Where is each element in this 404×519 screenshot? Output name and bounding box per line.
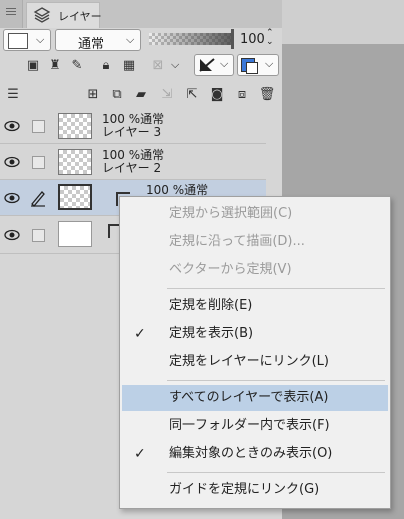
menu-item-selection-from-ruler[interactable]: 定規から選択範囲(C) xyxy=(122,201,388,227)
color-selector-dropdown[interactable]: ⌵ xyxy=(3,29,51,51)
layer-name: レイヤー 3 xyxy=(102,125,162,139)
new-vector-layer-icon[interactable]: ⧉ xyxy=(108,85,126,103)
set-draft-layer-icon[interactable]: ✎ xyxy=(68,56,86,74)
context-menu: 定規から選択範囲(C) 定規に沿って描画(D)... ベクターから定規(V) 定… xyxy=(119,196,391,509)
layers-icon xyxy=(33,6,51,24)
opacity-value[interactable]: 100 xyxy=(240,32,265,47)
lock-layer-icon[interactable]: 🔒︎ xyxy=(97,56,115,74)
blend-mode-value: 通常 xyxy=(78,37,105,52)
combine-to-layer-below-icon[interactable]: ⇱ xyxy=(183,85,201,103)
layer-thumbnail[interactable] xyxy=(58,149,92,175)
eye-icon[interactable] xyxy=(4,154,20,170)
trash-icon[interactable]: 🗑︎ xyxy=(258,85,276,103)
checkmark-icon: ✓ xyxy=(134,446,146,462)
menu-item-ruler-from-vector[interactable]: ベクターから定規(V) xyxy=(122,257,388,283)
create-layer-mask-icon[interactable]: ◙ xyxy=(208,85,226,103)
layer-thumbnail[interactable] xyxy=(58,221,92,247)
checkmark-icon: ✓ xyxy=(134,326,146,342)
layer-thumbnail[interactable] xyxy=(58,113,92,139)
menu-separator xyxy=(167,288,385,289)
panel-list-icon[interactable]: ☰ xyxy=(4,85,22,103)
opacity-slider-handle[interactable] xyxy=(231,29,234,49)
transfer-to-lower-layer-icon[interactable]: ⇲ xyxy=(158,85,176,103)
layer-checkbox[interactable] xyxy=(32,229,45,242)
layer-thumbnail[interactable] xyxy=(58,184,92,210)
lock-transparent-pixels-icon[interactable]: ▦ xyxy=(120,56,138,74)
eye-icon[interactable] xyxy=(4,118,20,134)
eye-icon[interactable] xyxy=(4,227,20,243)
opacity-stepper-icon[interactable]: ⌃ ⌄ xyxy=(266,29,274,47)
menu-separator xyxy=(167,472,385,473)
chevron-down-icon: ⌵ xyxy=(36,33,45,46)
chevron-down-icon: ⌵ xyxy=(265,57,274,70)
panel-menu-grip[interactable] xyxy=(0,0,23,28)
tab-label: レイヤー xyxy=(58,10,102,23)
clip-to-layer-below-icon[interactable]: ▣ xyxy=(24,56,42,74)
menu-item-link-ruler-to-layer[interactable]: 定規をレイヤーにリンク(L) xyxy=(122,349,388,375)
ruler-display-dropdown[interactable]: ⌵ xyxy=(194,54,234,76)
opacity-slider[interactable] xyxy=(149,33,231,45)
reference-layer-icon[interactable]: ♜ xyxy=(46,56,64,74)
pen-icon xyxy=(29,189,47,207)
menu-item-show-only-when-editing[interactable]: ✓ 編集対象のときのみ表示(O) xyxy=(122,441,388,467)
menu-item-link-guide-to-ruler[interactable]: ガイドを定規にリンク(G) xyxy=(122,477,388,503)
menu-item-show-in-all-layers[interactable]: すべてのレイヤーで表示(A) xyxy=(122,385,388,411)
new-raster-layer-icon[interactable]: ⊞ xyxy=(84,85,102,103)
menu-item-show-in-same-folder[interactable]: 同一フォルダー内で表示(F) xyxy=(122,413,388,439)
chevron-down-icon: ⌵ xyxy=(220,57,229,70)
chevron-down-icon: ⌵ xyxy=(126,33,135,46)
canvas-area xyxy=(282,0,404,44)
chevron-down-icon[interactable]: ⌵ xyxy=(171,58,179,72)
menu-item-draw-along-ruler[interactable]: 定規に沿って描画(D)... xyxy=(122,229,388,255)
new-folder-icon[interactable]: ▰ xyxy=(132,85,150,103)
layer-checkbox[interactable] xyxy=(32,120,45,133)
blend-mode-select[interactable]: 通常 ⌵ xyxy=(55,29,141,52)
menu-item-delete-ruler[interactable]: 定規を削除(E) xyxy=(122,293,388,319)
apply-mask-icon[interactable]: ⧈ xyxy=(233,85,251,103)
layer-name: レイヤー 2 xyxy=(102,161,162,175)
menu-item-show-ruler[interactable]: ✓ 定規を表示(B) xyxy=(122,321,388,347)
eye-icon[interactable] xyxy=(4,190,20,206)
enable-mask-icon[interactable]: ⊠ xyxy=(149,56,167,74)
menu-separator xyxy=(167,380,385,381)
layer-checkbox[interactable] xyxy=(32,156,45,169)
layer-color-dropdown[interactable]: ⌵ xyxy=(237,54,279,76)
